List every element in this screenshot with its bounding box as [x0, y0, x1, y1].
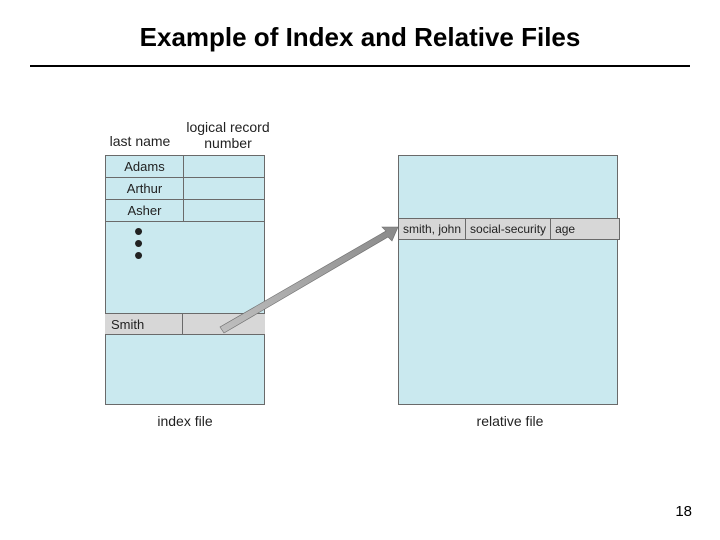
- table-row: Asher: [106, 200, 264, 222]
- ellipsis-icon: •••: [134, 225, 143, 261]
- slide-title: Example of Index and Relative Files: [0, 0, 720, 65]
- header-line2: number: [204, 135, 251, 151]
- index-row-smith: Smith: [105, 313, 265, 335]
- index-name-cell: Smith: [105, 314, 183, 334]
- table-row: Arthur: [106, 178, 264, 200]
- index-num-cell: [184, 178, 264, 199]
- index-num-cell: [184, 200, 264, 221]
- index-num-cell: [183, 314, 265, 334]
- index-name-cell: Adams: [106, 156, 184, 177]
- page-number: 18: [675, 503, 692, 520]
- index-name-cell: Arthur: [106, 178, 184, 199]
- record-field-ssn: social-security: [466, 219, 551, 239]
- title-divider: [30, 65, 690, 67]
- index-file-box: Adams Arthur Asher: [105, 155, 265, 405]
- diagram: last name logical record number Adams Ar…: [100, 105, 640, 435]
- caption-relative-file: relative file: [450, 413, 570, 429]
- record-field-age: age: [551, 219, 579, 239]
- relative-file-box: [398, 155, 618, 405]
- header-logical-record-number: logical record number: [178, 119, 278, 151]
- index-name-cell: Asher: [106, 200, 184, 221]
- index-num-cell: [184, 156, 264, 177]
- header-last-name: last name: [100, 133, 180, 149]
- relative-record-row: smith, john social-security age: [398, 218, 620, 240]
- table-row: Adams: [106, 156, 264, 178]
- record-field-name: smith, john: [399, 219, 466, 239]
- header-line1: logical record: [186, 119, 269, 135]
- caption-index-file: index file: [130, 413, 240, 429]
